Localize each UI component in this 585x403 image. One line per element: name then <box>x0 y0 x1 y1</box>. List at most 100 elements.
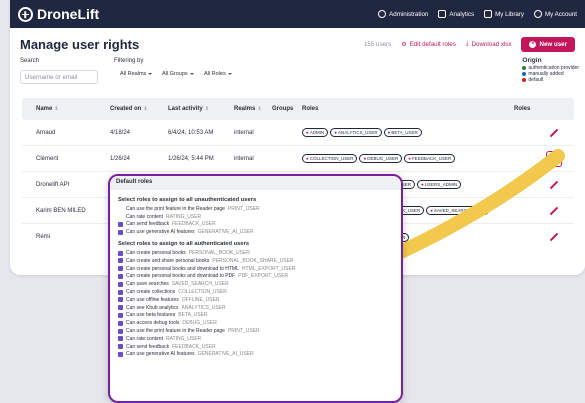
user-count: 155 users <box>363 40 392 48</box>
filters-area: Search Username or email Filtering by Al… <box>10 57 585 94</box>
role-option[interactable]: Can create personal books and download t… <box>118 273 393 281</box>
last-activity: 6/4/24, 10:53 AM <box>168 129 214 136</box>
role-option[interactable]: Can use generative AI features GENERATIVE… <box>118 228 393 236</box>
search-input[interactable]: Username or email <box>20 70 98 84</box>
role-option[interactable]: Can see Khub analytics ANALYTICS_USER <box>118 304 393 312</box>
role-option[interactable]: Can rate content RATING_USER <box>118 335 393 343</box>
checkbox-checked-icon <box>118 266 123 272</box>
analytics-icon <box>438 10 447 18</box>
realm-filter-value: All Realms <box>120 71 147 77</box>
nav-label: Analytics <box>449 10 475 18</box>
role-option-code: RATING_USER <box>165 335 202 342</box>
user-name: Dronelift API <box>36 181 70 188</box>
brand-name: DroneLift <box>37 6 100 22</box>
col-realms[interactable]: Realms ⇕ <box>234 106 272 112</box>
role-option[interactable]: Can use offline features OFFLINE_USER <box>118 296 393 304</box>
edit-default-roles-button[interactable]: ⚙ Edit default roles <box>401 41 456 48</box>
page-header: Manage user rights 155 users ⚙ Edit defa… <box>10 28 585 54</box>
role-option-label: Can use generative AI features <box>126 229 195 236</box>
nav-my-library[interactable]: My Library <box>484 10 524 18</box>
brand[interactable]: DroneLift <box>18 6 99 22</box>
search-label: Search <box>20 58 40 64</box>
nav-label: My Library <box>495 10 525 18</box>
created-on: 4/18/24 <box>110 129 131 136</box>
checkbox-checked-icon <box>118 305 123 311</box>
checkbox-checked-icon <box>118 297 123 303</box>
red-dot-icon <box>522 77 527 82</box>
nav-administration[interactable]: Administration <box>378 10 428 18</box>
group-filter-value: All Groups <box>162 71 188 77</box>
role-option-label: Can send feedback <box>126 221 170 228</box>
download-xlsx-label: Download xlsx <box>471 40 512 48</box>
role-option[interactable]: Can send feedback FEEDBACK_USER <box>118 343 393 351</box>
nav-label: Administration <box>389 10 429 18</box>
role-option-label: Can create collections <box>126 289 176 296</box>
role-option-code: RATING_USER <box>165 213 202 220</box>
col-name[interactable]: Name ⇕ <box>22 106 110 112</box>
role-option[interactable]: Can send feedback FEEDBACK_USER <box>118 221 393 229</box>
role-option-label: Can use offline features <box>126 296 179 303</box>
role-option[interactable]: Can use beta features BETA_USER <box>118 312 393 320</box>
role-option-code: GENERATIVE_AI_USER <box>197 351 254 358</box>
col-created[interactable]: Created on ⇕ <box>110 106 168 112</box>
role-option-code: HTML_EXPORT_USER <box>241 265 296 272</box>
checkbox-checked-icon <box>118 281 123 287</box>
col-label: Realms <box>234 106 256 112</box>
role-option[interactable]: Can access debug tools DEBUG_USER <box>118 319 393 327</box>
origin-legend: Origin authentication provider manually … <box>522 57 579 83</box>
checkbox-checked-icon <box>118 312 123 318</box>
role-option[interactable]: Can create personal books and download t… <box>118 265 393 273</box>
download-xlsx-button[interactable]: ⤓ Download xlsx <box>466 40 512 48</box>
top-nav: Administration Analytics My Library My A… <box>378 10 577 18</box>
role-option[interactable]: Can use generative AI features GENERATIVE… <box>118 351 393 359</box>
default-marker-icon: ● <box>306 156 309 161</box>
role-option-code: PRINT_USER <box>227 205 260 212</box>
col-roles-2: Roles <box>514 106 531 112</box>
checkbox-checked-icon <box>118 289 123 295</box>
role-option-code: PERSONAL_BOOK_USER <box>188 250 250 257</box>
role-option[interactable]: Can create personal books PERSONAL_BOOK_U… <box>118 249 393 257</box>
role-option-label: Can create personal books and download t… <box>126 273 236 280</box>
blue-dot-icon <box>522 71 527 76</box>
origin-item: default <box>522 77 579 83</box>
role-option-code: PERSONAL_BOOK_SHARE_USER <box>212 257 294 264</box>
realm: internal <box>234 155 254 162</box>
auth-section-title: Select roles to assign to all authentica… <box>118 241 250 248</box>
nav-my-account[interactable]: My Account <box>534 10 577 18</box>
role-option[interactable]: Can use the print feature in the Reader … <box>118 327 393 335</box>
nav-analytics[interactable]: Analytics <box>438 10 474 18</box>
user-name: Karim BEN MILED <box>36 207 86 214</box>
role-option[interactable]: Can create collections COLLECTION_USER <box>118 288 393 296</box>
role-filter[interactable]: All Roles <box>204 71 232 77</box>
role-option[interactable]: Can use the print feature in the Reader … <box>118 205 393 213</box>
role-option-code: FEEDBACK_USER <box>172 221 216 228</box>
chevron-down-icon <box>227 73 232 75</box>
roles-list: ●ADMIN ●ANALYTICS_USER ●BETA_USER <box>302 128 534 137</box>
checkbox-icon <box>118 214 123 219</box>
sort-icon: ⇕ <box>257 106 262 112</box>
chevron-down-icon <box>148 73 153 75</box>
default-roles-popup: Default roles Select roles to assign to … <box>108 174 403 403</box>
top-bar: DroneLift Administration Analytics My Li… <box>10 0 585 28</box>
role-option-code: GENERATIVE_AI_USER <box>197 229 254 236</box>
realm: internal <box>234 129 254 136</box>
popup-title: Default roles <box>110 176 401 190</box>
col-label: Created on <box>110 106 142 112</box>
new-user-button[interactable]: + New user <box>521 36 575 52</box>
role-option[interactable]: Can create and share personal books PERSO… <box>118 257 393 265</box>
role-option-label: Can save searches <box>126 281 169 288</box>
edit-default-roles-label: Edit default roles <box>409 40 456 48</box>
role-option-label: Can create and share personal books <box>126 257 210 264</box>
role-option[interactable]: Can save searches SAVED_SEARCH_USER <box>118 280 393 288</box>
checkbox-checked-icon <box>118 250 123 256</box>
checkbox-checked-icon <box>118 328 123 334</box>
pencil-icon[interactable] <box>549 128 559 138</box>
role-option[interactable]: Can rate content RATING_USER <box>118 213 393 221</box>
user-name: Rémi <box>36 234 51 240</box>
realm-filter[interactable]: All Realms <box>120 71 153 77</box>
new-user-label: New user <box>539 40 567 48</box>
role-option-code: ANALYTICS_USER <box>181 304 226 311</box>
sort-icon: ⇕ <box>143 106 148 112</box>
col-last-activity[interactable]: Last activity ⇕ <box>168 106 234 112</box>
group-filter[interactable]: All Groups <box>162 71 194 77</box>
